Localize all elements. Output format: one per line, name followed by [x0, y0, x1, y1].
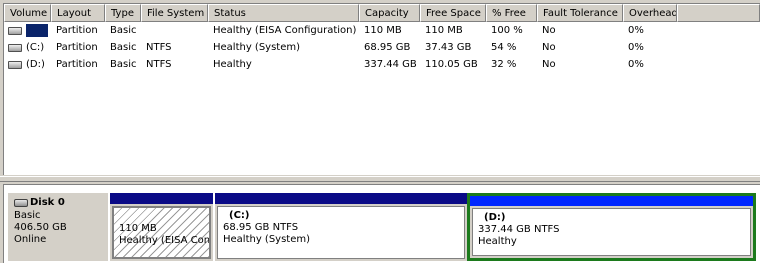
column-header-layout[interactable]: Layout: [51, 4, 105, 22]
volume-name: (C:): [26, 42, 45, 53]
file-system-cell: [141, 22, 208, 39]
status-cell: Healthy (System): [213, 42, 301, 53]
partition-size: 68.95 GB NTFS: [223, 222, 299, 233]
partition-eisa[interactable]: 110 MB Healthy (EISA Conf: [110, 193, 213, 261]
partition-body: 110 MB Healthy (EISA Conf: [112, 206, 211, 259]
capacity-cell: 68.95 GB: [364, 42, 411, 53]
layout-cell: Partition: [56, 25, 98, 36]
partition-body: (D:) 337.44 GB NTFS Healthy: [472, 208, 751, 256]
free-space-cell: 110.05 GB: [425, 59, 478, 70]
volume-name: (D:): [26, 59, 45, 70]
disk-map: Disk 0 Basic 406.50 GB Online 110 MB Hea…: [3, 184, 760, 263]
volume-cell: (C:): [4, 39, 51, 56]
pct-free-cell: 32 %: [491, 59, 517, 70]
volume-row-eisa[interactable]: Partition Basic Healthy (EISA Configurat…: [4, 22, 760, 39]
partition-drive: (D:): [484, 212, 506, 223]
overhead-cell: 0%: [628, 42, 644, 53]
disk-icon: [14, 199, 28, 207]
column-header-pct-free[interactable]: % Free: [486, 4, 537, 22]
partition-status: Healthy (EISA Conf: [119, 235, 211, 246]
disk-label[interactable]: Disk 0 Basic 406.50 GB Online: [8, 193, 108, 261]
free-space-cell: 37.43 GB: [425, 42, 472, 53]
partition-size: 110 MB: [119, 223, 157, 234]
file-system-cell: NTFS: [146, 59, 172, 70]
overhead-cell: 0%: [628, 25, 644, 36]
capacity-cell: 110 MB: [364, 25, 402, 36]
pct-free-cell: 100 %: [491, 25, 523, 36]
pct-free-cell: 54 %: [491, 42, 517, 53]
partition-bar: [110, 193, 213, 204]
column-header-filler: [677, 4, 760, 22]
column-header-status[interactable]: Status: [208, 4, 359, 22]
pane-splitter[interactable]: [0, 176, 760, 182]
volume-cell: [4, 22, 51, 39]
disk-status: Online: [14, 234, 47, 245]
disk-size: 406.50 GB: [14, 222, 67, 233]
type-cell: Basic: [110, 42, 137, 53]
column-header-type[interactable]: Type: [105, 4, 141, 22]
type-cell: Basic: [110, 25, 137, 36]
overhead-cell: 0%: [628, 59, 644, 70]
partition-body: (C:) 68.95 GB NTFS Healthy (System): [217, 206, 465, 259]
status-cell: Healthy: [213, 59, 252, 70]
status-cell: Healthy (EISA Configuration): [213, 25, 357, 36]
fault-tolerance-cell: No: [542, 42, 556, 53]
disk-name: Disk 0: [30, 197, 65, 208]
column-header-free-space[interactable]: Free Space: [420, 4, 486, 22]
partition-d[interactable]: (D:) 337.44 GB NTFS Healthy: [467, 193, 756, 261]
partition-drive: (C:): [229, 210, 250, 221]
file-system-cell: NTFS: [146, 42, 172, 53]
column-header-fault-tolerance[interactable]: Fault Tolerance: [537, 4, 623, 22]
column-header-volume[interactable]: Volume: [4, 4, 51, 22]
partition-bar: [215, 193, 467, 204]
partition-bar: [470, 196, 753, 206]
free-space-cell: 110 MB: [425, 25, 463, 36]
partition-size: 337.44 GB NTFS: [478, 224, 560, 235]
partition-status: Healthy (System): [223, 234, 311, 245]
volume-name-selected: [26, 24, 48, 37]
column-header-overhead[interactable]: Overhead: [623, 4, 677, 22]
column-header-file-system[interactable]: File System: [141, 4, 208, 22]
partition-status: Healthy: [478, 236, 517, 247]
partition-c[interactable]: (C:) 68.95 GB NTFS Healthy (System): [215, 193, 467, 261]
layout-cell: Partition: [56, 42, 98, 53]
volume-cell: (D:): [4, 56, 51, 73]
column-header-capacity[interactable]: Capacity: [359, 4, 420, 22]
volume-list-header: Volume Layout Type File System Status Ca…: [4, 4, 760, 22]
volume-icon: [8, 60, 22, 69]
fault-tolerance-cell: No: [542, 59, 556, 70]
capacity-cell: 337.44 GB: [364, 59, 417, 70]
fault-tolerance-cell: No: [542, 25, 556, 36]
volume-icon: [8, 43, 22, 52]
type-cell: Basic: [110, 59, 137, 70]
volume-list[interactable]: Volume Layout Type File System Status Ca…: [3, 3, 760, 175]
volume-row-c[interactable]: (C:) Partition Basic NTFS Healthy (Syste…: [4, 39, 760, 56]
volume-icon: [8, 26, 22, 35]
layout-cell: Partition: [56, 59, 98, 70]
volume-row-d[interactable]: (D:) Partition Basic NTFS Healthy 337.44…: [4, 56, 760, 73]
disk-type: Basic: [14, 210, 41, 221]
